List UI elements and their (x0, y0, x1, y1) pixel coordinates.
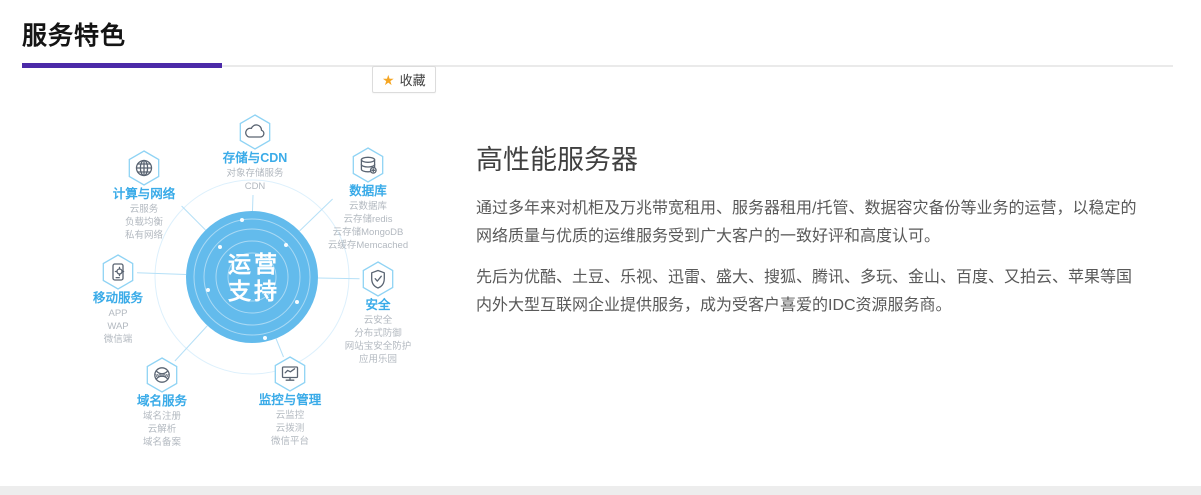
diagram-node-mobile: 移动服务 APP WAP 微信端 (93, 255, 144, 345)
diagram-node-security: 安全 云安全 分布式防御 网站宝安全防护 应用乐园 (345, 262, 412, 365)
node-label: 计算与网络 (113, 186, 176, 201)
feature-paragraph-2: 先后为优酷、土豆、乐视、迅雷、盛大、搜狐、腾讯、多玩、金山、百度、又拍云、苹果等… (476, 264, 1141, 319)
node-item: 云监控 (276, 409, 305, 421)
title-underline-accent (22, 63, 222, 68)
favorite-label: 收藏 (400, 70, 426, 89)
feature-content: 高性能服务器 通过多年来对机柜及万兆带宽租用、服务器租用/托管、数据容灾备份等业… (476, 138, 1141, 333)
title-underline-track (222, 65, 1173, 67)
section-header: 服务特色 (0, 0, 1201, 68)
diagram-node-database: 数据库 云数据库 云存储redis 云存储MongoDB 云缓存Memcache… (328, 148, 408, 251)
node-item: 云安全 (364, 314, 393, 326)
hexagon (240, 115, 269, 149)
node-item: 微信端 (104, 333, 133, 345)
node-item: 云缓存Memcached (328, 239, 408, 251)
center-hub: 运营 支持 (186, 211, 318, 343)
favorite-button[interactable]: ★ 收藏 (372, 66, 436, 93)
page-title: 服务特色 (22, 16, 1179, 52)
node-item: APP (108, 308, 127, 319)
node-item: 云拨测 (276, 422, 305, 434)
title-underline (22, 63, 1179, 68)
service-diagram: 运营 支持 计算与网络 云服务 负载均衡 私有网络 存储与CDN 对象存储服务 … (56, 98, 476, 484)
node-item: 私有网络 (125, 229, 164, 241)
diagram-node-computing-network: 计算与网络 云服务 负载均衡 私有网络 (113, 151, 176, 241)
feature-paragraph-1: 通过多年来对机柜及万兆带宽租用、服务器租用/托管、数据容灾备份等业务的运营，以稳… (476, 195, 1141, 250)
node-item: 分布式防御 (354, 327, 402, 339)
node-item: 网站宝安全防护 (345, 340, 412, 352)
star-icon: ★ (382, 73, 395, 87)
node-item: 云数据库 (349, 200, 388, 212)
hexagon (363, 262, 392, 296)
feature-heading: 高性能服务器 (476, 138, 1141, 177)
hexagon (103, 255, 132, 289)
diagram-node-storage-cdn: 存储与CDN 对象存储服务 CDN (222, 115, 288, 192)
node-label: 存储与CDN (222, 150, 288, 165)
diagram-node-domain: www 域名服务 域名注册 云解析 域名备案 (137, 358, 188, 448)
node-item: 对象存储服务 (226, 167, 284, 179)
center-label-line1: 运营 (228, 251, 280, 277)
diagram-node-monitoring: 监控与管理 云监控 云拨测 微信平台 (259, 357, 322, 447)
node-label: 安全 (365, 297, 391, 312)
bottom-divider (0, 486, 1201, 495)
hexagon (353, 148, 382, 182)
node-item: 云存储redis (343, 213, 392, 225)
node-item: 应用乐园 (359, 353, 397, 365)
node-item: CDN (245, 181, 266, 192)
node-item: 域名备案 (143, 436, 182, 448)
node-label: 域名服务 (137, 393, 188, 408)
node-item: WAP (107, 321, 128, 332)
node-item: 云解析 (148, 423, 177, 435)
center-circle (186, 211, 318, 343)
hexagon (275, 357, 304, 391)
node-item: 域名注册 (143, 410, 182, 422)
globe-grid-icon (137, 161, 152, 176)
node-label: 监控与管理 (259, 392, 322, 407)
node-label: 数据库 (348, 183, 387, 198)
node-item: 云存储MongoDB (333, 226, 404, 238)
center-label-line2: 支持 (227, 278, 280, 304)
www-icon-text: www (155, 373, 170, 379)
node-item: 云服务 (130, 203, 159, 215)
node-item: 微信平台 (271, 435, 309, 447)
node-label: 移动服务 (93, 290, 144, 305)
node-item: 负载均衡 (125, 216, 164, 228)
